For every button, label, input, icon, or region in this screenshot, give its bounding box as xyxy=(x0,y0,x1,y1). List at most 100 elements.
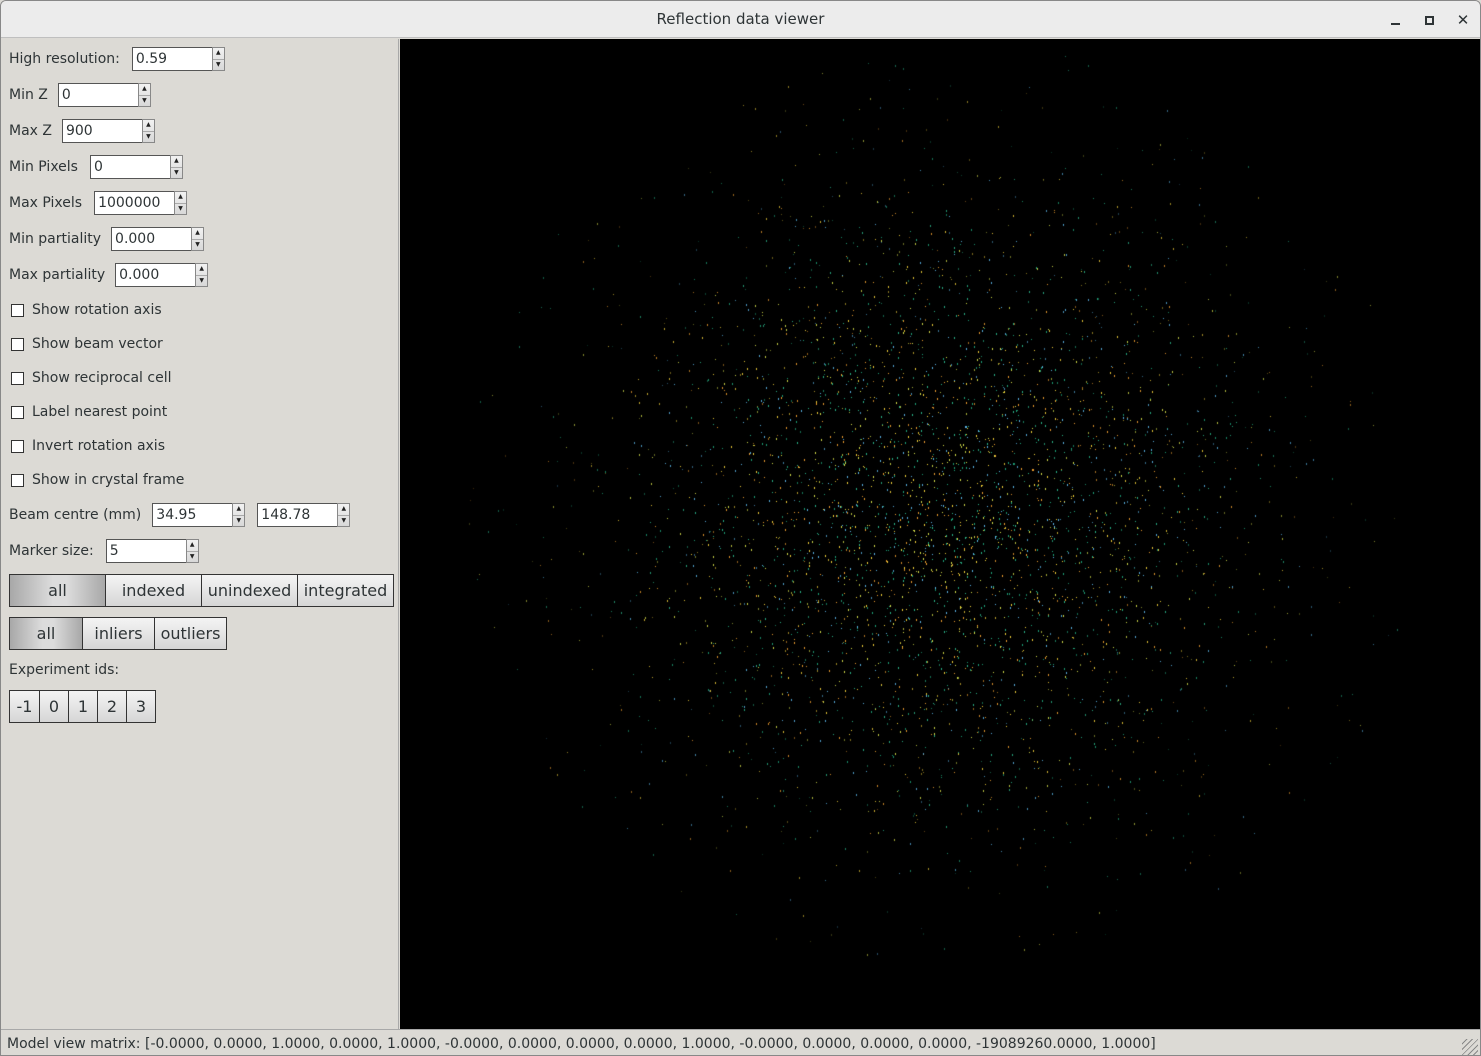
min-partiality-spinbox[interactable]: ▲▼ xyxy=(111,227,205,251)
high-resolution-spinbox[interactable]: ▲▼ xyxy=(131,47,225,71)
beam-centre-y-stepper[interactable]: ▲ ▼ xyxy=(337,503,351,527)
minimize-icon xyxy=(1390,23,1400,25)
show-reciprocal-cell-checkbox[interactable]: Show reciprocal cell xyxy=(11,368,171,388)
close-icon: ✕ xyxy=(1456,10,1470,29)
show-beam-vector-checkbox[interactable]: Show beam vector xyxy=(11,334,163,354)
min-z-spinbox[interactable]: ▲▼ xyxy=(57,83,151,107)
outlier-all-button[interactable]: all xyxy=(10,618,82,649)
step-up-icon[interactable]: ▲ xyxy=(213,48,224,59)
step-up-icon[interactable]: ▲ xyxy=(139,84,150,95)
min-pixels-stepper[interactable]: ▲ ▼ xyxy=(169,155,183,179)
step-down-icon[interactable]: ▼ xyxy=(138,94,150,107)
invert-rotation-axis-checkbox[interactable]: Invert rotation axis xyxy=(11,436,165,456)
minimize-button[interactable] xyxy=(1384,9,1406,31)
checkbox-icon[interactable] xyxy=(11,303,24,317)
step-down-icon[interactable]: ▼ xyxy=(142,130,154,143)
min-partiality-stepper[interactable]: ▲ ▼ xyxy=(191,227,205,251)
show-rotation-axis-checkbox[interactable]: Show rotation axis xyxy=(11,300,162,320)
max-z-stepper[interactable]: ▲ ▼ xyxy=(141,119,155,143)
min-pixels-row: Min Pixels ▲▼ xyxy=(9,155,183,179)
maximize-button[interactable] xyxy=(1418,9,1440,31)
marker-size-stepper[interactable]: ▲ ▼ xyxy=(185,539,199,563)
max-partiality-stepper[interactable]: ▲ ▼ xyxy=(195,263,209,287)
beam-centre-row: Beam centre (mm) ▲▼ ▲▼ xyxy=(9,503,351,527)
step-up-icon[interactable]: ▲ xyxy=(171,156,182,167)
min-partiality-row: Min partiality ▲▼ xyxy=(9,227,205,251)
step-down-icon[interactable]: ▼ xyxy=(170,166,182,179)
min-z-input[interactable] xyxy=(57,83,138,107)
reflection-points-canvas[interactable] xyxy=(400,39,1480,1029)
checkbox-icon[interactable] xyxy=(11,473,24,487)
marker-size-label: Marker size: xyxy=(9,543,94,559)
checkbox-icon[interactable] xyxy=(11,405,24,419)
step-down-icon[interactable]: ▼ xyxy=(175,202,187,215)
title-bar: Reflection data viewer ✕ xyxy=(1,1,1480,38)
close-button[interactable]: ✕ xyxy=(1452,9,1474,31)
step-up-icon[interactable]: ▲ xyxy=(192,228,203,239)
resize-grip-icon[interactable] xyxy=(1462,1039,1478,1055)
step-down-icon[interactable]: ▼ xyxy=(233,514,245,527)
checkbox-icon[interactable] xyxy=(11,439,24,453)
reflection-3d-view[interactable] xyxy=(400,39,1480,1029)
max-pixels-input[interactable] xyxy=(94,191,175,215)
checkbox-icon[interactable] xyxy=(11,371,24,385)
filter-unindexed-button[interactable]: unindexed xyxy=(201,575,297,606)
min-pixels-spinbox[interactable]: ▲▼ xyxy=(89,155,183,179)
max-partiality-input[interactable] xyxy=(115,263,196,287)
step-up-icon[interactable]: ▲ xyxy=(196,264,207,275)
min-partiality-input[interactable] xyxy=(111,227,192,251)
step-down-icon[interactable]: ▼ xyxy=(196,274,208,287)
step-down-icon[interactable]: ▼ xyxy=(212,58,224,71)
beam-centre-y-spinbox[interactable]: ▲▼ xyxy=(257,503,351,527)
max-z-input[interactable] xyxy=(61,119,142,143)
settings-panel: High resolution: ▲▼ Min Z ▲▼ Max Z ▲▼ Mi… xyxy=(2,39,399,1029)
filter-integrated-button[interactable]: integrated xyxy=(297,575,393,606)
max-pixels-stepper[interactable]: ▲ ▼ xyxy=(174,191,188,215)
experiment-id-button[interactable]: 2 xyxy=(97,691,126,722)
experiment-ids-row: Experiment ids: xyxy=(9,658,119,682)
step-up-icon[interactable]: ▲ xyxy=(233,504,244,515)
marker-size-spinbox[interactable]: ▲▼ xyxy=(105,539,199,563)
label-nearest-point-checkbox[interactable]: Label nearest point xyxy=(11,402,167,422)
high-resolution-stepper[interactable]: ▲ ▼ xyxy=(211,47,225,71)
filter-all-button[interactable]: all xyxy=(10,575,105,606)
max-partiality-spinbox[interactable]: ▲▼ xyxy=(115,263,209,287)
max-pixels-row: Max Pixels ▲▼ xyxy=(9,191,188,215)
step-down-icon[interactable]: ▼ xyxy=(192,238,204,251)
marker-size-input[interactable] xyxy=(105,539,186,563)
checkbox-label: Invert rotation axis xyxy=(32,438,165,454)
experiment-id-button[interactable]: 3 xyxy=(126,691,155,722)
max-partiality-label: Max partiality xyxy=(9,267,106,283)
beam-centre-x-input[interactable] xyxy=(152,503,233,527)
step-up-icon[interactable]: ▲ xyxy=(175,192,186,203)
outlier-outliers-button[interactable]: outliers xyxy=(154,618,226,649)
min-partiality-label: Min partiality xyxy=(9,231,102,247)
window-title: Reflection data viewer xyxy=(656,10,825,28)
step-down-icon[interactable]: ▼ xyxy=(186,550,198,563)
filter-indexed-button[interactable]: indexed xyxy=(105,575,201,606)
checkbox-label: Show reciprocal cell xyxy=(32,370,172,386)
experiment-id-button[interactable]: 0 xyxy=(39,691,68,722)
experiment-id-button[interactable]: 1 xyxy=(68,691,97,722)
checkbox-icon[interactable] xyxy=(11,337,24,351)
beam-centre-x-stepper[interactable]: ▲ ▼ xyxy=(232,503,246,527)
step-up-icon[interactable]: ▲ xyxy=(338,504,349,515)
show-in-crystal-frame-checkbox[interactable]: Show in crystal frame xyxy=(11,470,184,490)
experiment-id-button[interactable]: -1 xyxy=(10,691,39,722)
beam-centre-x-spinbox[interactable]: ▲▼ xyxy=(152,503,246,527)
min-z-stepper[interactable]: ▲ ▼ xyxy=(137,83,151,107)
min-pixels-input[interactable] xyxy=(89,155,170,179)
beam-centre-y-input[interactable] xyxy=(257,503,338,527)
max-pixels-label: Max Pixels xyxy=(9,195,83,211)
step-down-icon[interactable]: ▼ xyxy=(338,514,350,527)
step-up-icon[interactable]: ▲ xyxy=(143,120,154,131)
outlier-inliers-button[interactable]: inliers xyxy=(82,618,154,649)
experiment-ids-label: Experiment ids: xyxy=(9,662,120,678)
beam-centre-label: Beam centre (mm) xyxy=(9,507,142,523)
max-pixels-spinbox[interactable]: ▲▼ xyxy=(94,191,188,215)
step-up-icon[interactable]: ▲ xyxy=(187,540,198,551)
max-z-spinbox[interactable]: ▲▼ xyxy=(61,119,155,143)
checkbox-label: Show rotation axis xyxy=(32,302,162,318)
min-z-label: Min Z xyxy=(9,87,48,103)
high-resolution-input[interactable] xyxy=(131,47,212,71)
